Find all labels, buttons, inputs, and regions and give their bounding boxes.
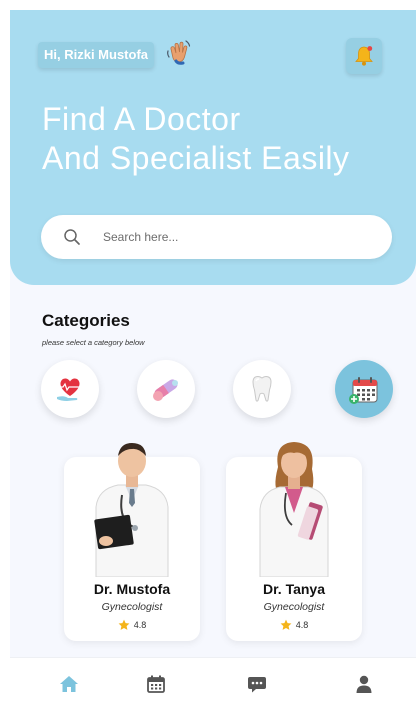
doctor-specialty: Gynecologist [101, 601, 163, 613]
star-icon [280, 619, 292, 630]
heart-care-icon [56, 378, 84, 401]
category-pills[interactable] [137, 360, 195, 418]
doctor-rating: 4.8 [226, 619, 362, 631]
nav-chat[interactable] [243, 670, 271, 698]
nav-profile[interactable] [350, 670, 378, 698]
star-icon [118, 619, 130, 630]
category-heart-care[interactable] [41, 360, 99, 418]
app-screen: Hi, Rizki Mustofa Find A Doctor And Spec… [10, 10, 416, 707]
waving-hand-icon [167, 40, 191, 65]
search-bar[interactable] [41, 215, 392, 259]
doctor-photo [259, 442, 329, 577]
doctor-name: Dr. Mustofa [93, 581, 171, 597]
doctor-card[interactable]: Dr. Tanya Gynecologist 4.8 [226, 442, 362, 641]
title-line-1: Find A Doctor [42, 101, 241, 137]
profile-icon [356, 675, 372, 693]
doctor-name: Dr. Tanya [263, 581, 325, 597]
page-title: Find A Doctor And Specialist Easily [42, 100, 350, 178]
title-line-2: And Specialist Easily [42, 140, 350, 176]
header-banner: Hi, Rizki Mustofa Find A Doctor And Spec… [10, 10, 416, 285]
home-icon [60, 676, 78, 692]
doctor-photo [94, 443, 169, 577]
nav-calendar[interactable] [142, 670, 170, 698]
bottom-nav [10, 657, 416, 707]
category-appointments[interactable] [335, 360, 393, 418]
categories-subtitle: please select a category below [42, 338, 145, 347]
calendar-icon [147, 675, 165, 693]
doctor-rating-value: 4.8 [133, 620, 147, 630]
notification-button[interactable] [346, 38, 382, 74]
tooth-icon [252, 375, 272, 402]
bell-icon [355, 46, 373, 66]
pills-icon [153, 379, 178, 401]
search-input[interactable] [103, 230, 363, 244]
doctor-specialty: Gynecologist [263, 601, 325, 613]
nav-home[interactable] [55, 670, 83, 698]
chat-icon [248, 677, 266, 693]
calendar-icon [349, 377, 378, 404]
doctor-rating: 4.8 [64, 619, 200, 631]
doctor-rating-value: 4.8 [295, 620, 309, 630]
greeting-label: Hi, Rizki Mustofa [38, 42, 155, 68]
search-icon [64, 229, 80, 245]
category-dental[interactable] [233, 360, 291, 418]
doctor-card[interactable]: Dr. Mustofa Gynecologist 4.8 [64, 443, 200, 641]
categories-title: Categories [42, 311, 130, 330]
